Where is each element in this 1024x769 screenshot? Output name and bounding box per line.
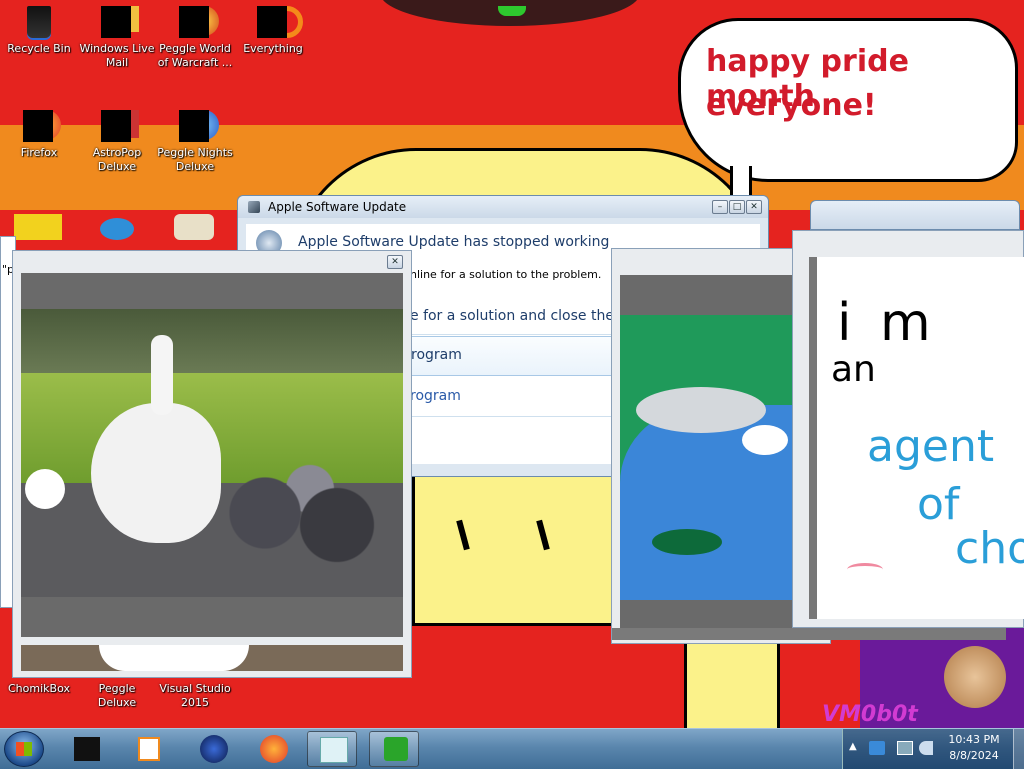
drawing-line3: agent	[867, 421, 995, 472]
desktop-icon-firefox[interactable]: Firefox	[1, 110, 77, 160]
desktop-icon-everything[interactable]: Everything	[235, 6, 311, 56]
close-button[interactable]: ✕	[746, 200, 762, 214]
wallpaper-neck	[684, 640, 780, 728]
desktop-icon-label: Recycle Bin	[7, 42, 71, 55]
app-window-icon	[248, 201, 260, 213]
hamster-icon	[944, 646, 1006, 708]
pigeon-group	[211, 453, 391, 573]
system-tray: ▲ 10:43 PM 8/8/2024	[842, 729, 1024, 769]
desktop-icon-label: Peggle World of Warcraft ...	[157, 42, 233, 69]
drawing-line5: cho	[955, 523, 1024, 574]
small-goose-sticker	[25, 469, 65, 509]
game-rocks	[636, 387, 766, 433]
everything-icon	[257, 6, 303, 38]
video-strip-white	[99, 645, 249, 671]
windows-live-mail-icon	[101, 6, 139, 38]
clock-date: 8/8/2024	[949, 749, 999, 762]
peggle-nights-icon	[179, 110, 219, 142]
drawing-canvas: i m an agent of cho	[809, 257, 1024, 619]
game-lilypad	[652, 529, 722, 555]
minimize-button[interactable]: –	[712, 200, 728, 214]
black-box-icon	[74, 737, 100, 761]
firefox-icon	[23, 110, 61, 142]
option-check-online-label: e for a solution and close the	[410, 308, 614, 324]
desktop-icon-partial-1	[14, 214, 62, 240]
taskbar-app-3[interactable]	[188, 731, 238, 767]
desktop-icon-partial-2	[100, 218, 134, 240]
media-player-icon	[138, 737, 160, 761]
desktop-icon-windows-live-mail[interactable]: Windows Live Mail	[79, 6, 155, 70]
desktop-icon-chomikbox[interactable]: ChomikBox	[1, 682, 77, 696]
drawing-line2: an	[831, 349, 876, 390]
desktop-icon-label: Firefox	[20, 146, 58, 159]
video-frame	[21, 273, 403, 637]
desktop-icon-peggle-wow[interactable]: Peggle World of Warcraft ...	[157, 6, 233, 70]
windows-logo-icon	[16, 742, 32, 756]
goose-video-window[interactable]: ✕	[12, 250, 412, 678]
taskbar-media-player[interactable]	[124, 731, 174, 767]
desktop-icon-peggle-nights[interactable]: Peggle Nights Deluxe	[157, 110, 233, 174]
desktop-icon-visual-studio[interactable]: Visual Studio 2015	[157, 682, 233, 710]
desktop-icon-partial-3	[174, 214, 214, 240]
taskbar-app-5[interactable]	[307, 731, 357, 767]
game-goose	[742, 425, 788, 455]
desktop-icon-label: Peggle Nights Deluxe	[157, 146, 233, 173]
show-hidden-icons-button[interactable]: ▲	[849, 741, 857, 752]
desktop-icon-label: Visual Studio 2015	[159, 682, 231, 709]
side-text-3: r	[4, 580, 9, 593]
watermark: VM0b0t	[822, 702, 918, 727]
goose-neck	[151, 335, 173, 415]
volume-icon[interactable]	[919, 741, 933, 755]
desktop-icon-astropop[interactable]: AstroPop Deluxe	[79, 110, 155, 174]
desktop-icon-label: Peggle Deluxe	[97, 682, 137, 709]
desktop: happy pride month everyone! Recycle Bin …	[0, 0, 1024, 728]
window-bottom-bar	[612, 628, 1006, 640]
side-text-2: E	[3, 474, 11, 488]
firefox-icon	[260, 735, 288, 763]
desktop-icon-recycle-bin[interactable]: Recycle Bin	[1, 6, 77, 56]
notepad-icon	[320, 737, 348, 763]
clock[interactable]: 10:43 PM 8/8/2024	[941, 732, 1007, 764]
maximize-button[interactable]: □	[729, 200, 745, 214]
dialog-title: Apple Software Update	[268, 200, 407, 214]
desktop-icon-label: Windows Live Mail	[79, 42, 155, 69]
dialog-titlebar[interactable]: Apple Software Update – □ ✕	[238, 196, 768, 218]
dialog-heading: Apple Software Update has stopped workin…	[298, 234, 610, 250]
taskbar-app-6[interactable]	[369, 731, 419, 767]
speech-bubble-line2: everyone!	[706, 88, 877, 123]
speech-bubble-tail	[730, 166, 752, 196]
wallpaper-green-dots	[498, 6, 526, 16]
desktop-icon-label: ChomikBox	[8, 682, 70, 695]
drawing-pink-squiggle	[847, 563, 883, 576]
peggle-wow-icon	[179, 6, 219, 38]
desktop-icon-label: AstroPop Deluxe	[92, 146, 142, 173]
dialog-subtext: nline for a solution to the problem.	[410, 268, 602, 281]
taskbar-app-1[interactable]	[62, 731, 112, 767]
astropop-icon	[101, 110, 139, 142]
goose-body	[91, 403, 221, 543]
close-button[interactable]: ✕	[387, 255, 403, 269]
checkmark-icon	[384, 737, 408, 761]
recycle-bin-icon	[23, 6, 55, 38]
option-close-program-label: rogram	[411, 347, 462, 363]
drawing-line4: of	[917, 479, 960, 530]
option-debug-program-label: rogram	[410, 388, 461, 404]
desktop-icon-label: Everything	[243, 42, 303, 55]
start-button[interactable]	[4, 731, 44, 767]
globe-icon	[200, 735, 228, 763]
paint-drawing-window[interactable]: i m an agent of cho	[792, 230, 1024, 628]
background-window-right	[810, 200, 1020, 230]
drawing-line1: i m	[837, 293, 937, 353]
clock-time: 10:43 PM	[948, 733, 1000, 746]
video-trees	[21, 309, 403, 375]
network-icon[interactable]	[897, 741, 913, 755]
taskbar: ▲ 10:43 PM 8/8/2024	[0, 728, 1024, 769]
show-desktop-button[interactable]	[1013, 729, 1024, 769]
wallpaper-face	[412, 470, 618, 626]
desktop-icon-peggle-deluxe[interactable]: Peggle Deluxe	[79, 682, 155, 710]
taskbar-firefox[interactable]	[248, 731, 298, 767]
tray-icon-1[interactable]	[869, 741, 885, 755]
